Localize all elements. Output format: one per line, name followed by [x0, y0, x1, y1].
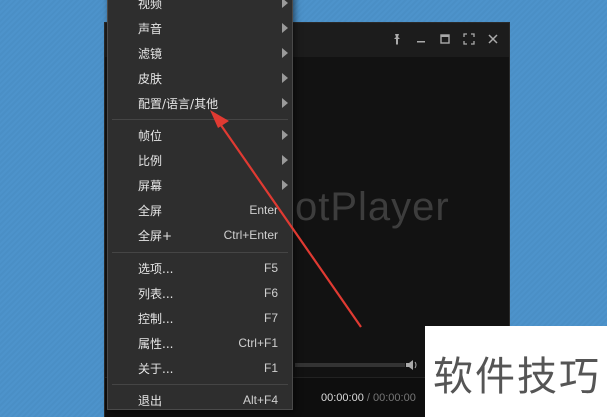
- menu-item-about[interactable]: 关于... F1: [108, 356, 292, 380]
- submenu-arrow-icon: [282, 130, 288, 140]
- time-separator: /: [363, 392, 373, 404]
- menu-item-options[interactable]: 选项... F5: [108, 256, 292, 280]
- submenu-arrow-icon: [282, 155, 288, 165]
- time-display: 00:00:00 / 00:00:00: [321, 392, 416, 404]
- player-logo-text: otPlayer: [295, 185, 450, 229]
- submenu-arrow-icon: [282, 0, 288, 8]
- menu-item-config-language-other[interactable]: 配置/语言/其他: [108, 91, 292, 115]
- menu-item-label: 退出: [138, 393, 163, 408]
- submenu-arrow-icon: [282, 180, 288, 190]
- menu-item-frame[interactable]: 帧位: [108, 123, 292, 147]
- window-controls: [389, 31, 501, 47]
- menu-item-shortcut: F6: [263, 286, 278, 300]
- menu-separator: [112, 119, 288, 120]
- menu-item-shortcut: F1: [263, 361, 278, 375]
- menu-item-label: 关于...: [138, 361, 174, 376]
- menu-item-aspect-ratio[interactable]: 比例: [108, 148, 292, 172]
- menu-item-properties[interactable]: 属性... Ctrl+F1: [108, 331, 292, 355]
- menu-item-label: 属性...: [138, 336, 174, 351]
- menu-separator: [112, 252, 288, 253]
- menu-item-video[interactable]: 视频: [108, 0, 292, 15]
- menu-item-label: 配置/语言/其他: [138, 96, 219, 111]
- menu-item-label: 选项...: [138, 261, 174, 276]
- time-total: 00:00:00: [373, 392, 416, 404]
- menu-item-screen[interactable]: 屏幕: [108, 173, 292, 197]
- menu-item-playlist[interactable]: 列表... F6: [108, 281, 292, 305]
- menu-item-fullscreen[interactable]: 全屏 Enter: [108, 198, 292, 222]
- maximize-icon[interactable]: [437, 31, 453, 47]
- menu-item-label: 屏幕: [138, 178, 163, 193]
- menu-item-shortcut: F7: [263, 311, 278, 325]
- menu-item-shortcut: Ctrl+Enter: [223, 228, 278, 242]
- menu-item-shortcut: Enter: [249, 203, 278, 217]
- brand-watermark-text: 软件技巧: [433, 354, 601, 400]
- menu-item-skins[interactable]: 皮肤: [108, 66, 292, 90]
- minimize-icon[interactable]: [413, 31, 429, 47]
- menu-item-shortcut: Ctrl+F1: [238, 336, 278, 350]
- menu-item-audio[interactable]: 声音: [108, 16, 292, 40]
- menu-item-label: 皮肤: [138, 71, 163, 86]
- brand-watermark: 软件技巧: [425, 326, 607, 417]
- menu-item-fullscreen-plus[interactable]: 全屏+ Ctrl+Enter: [108, 223, 292, 247]
- time-current: 00:00:00: [321, 392, 364, 404]
- submenu-arrow-icon: [282, 73, 288, 83]
- menu-item-label: 控制...: [138, 311, 174, 326]
- menu-item-exit[interactable]: 退出 Alt+F4: [108, 388, 292, 412]
- submenu-arrow-icon: [282, 48, 288, 58]
- menu-item-label: 帧位: [138, 128, 163, 143]
- menu-item-label: 滤镜: [138, 46, 163, 61]
- context-menu: 视频 声音 滤镜 皮肤 配置/语言/其他 帧位 比例 屏幕 全屏 Enter 全…: [107, 0, 293, 410]
- fullscreen-icon[interactable]: [461, 31, 477, 47]
- menu-separator: [112, 384, 288, 385]
- menu-item-label: 视频: [138, 0, 163, 11]
- menu-item-shortcut: F5: [263, 261, 278, 275]
- menu-item-label: 声音: [138, 21, 163, 36]
- submenu-arrow-icon: [282, 23, 288, 33]
- volume-icon[interactable]: [405, 359, 419, 371]
- menu-item-label: 列表...: [138, 286, 174, 301]
- close-icon[interactable]: [485, 31, 501, 47]
- seek-bar[interactable]: [295, 363, 405, 367]
- menu-item-shortcut: Alt+F4: [242, 393, 278, 407]
- menu-item-filters[interactable]: 滤镜: [108, 41, 292, 65]
- menu-item-control[interactable]: 控制... F7: [108, 306, 292, 330]
- submenu-arrow-icon: [282, 98, 288, 108]
- pin-icon[interactable]: [389, 31, 405, 47]
- menu-item-label: 全屏+: [138, 228, 173, 243]
- menu-item-label: 比例: [138, 153, 163, 168]
- menu-item-label: 全屏: [138, 203, 163, 218]
